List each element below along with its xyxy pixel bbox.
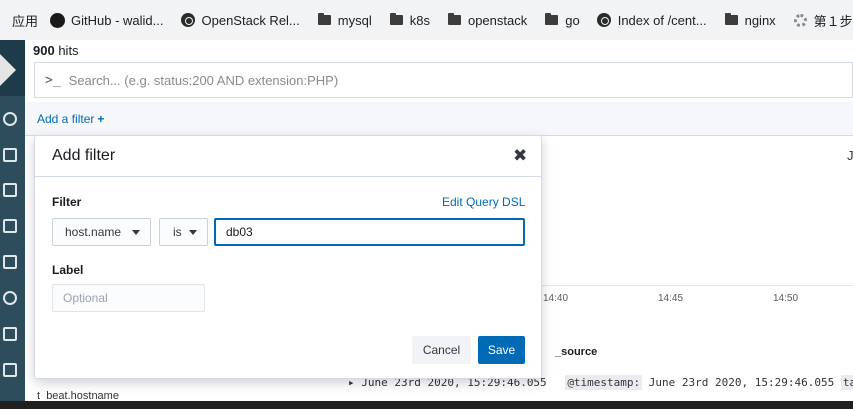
ml-icon[interactable] [3,327,17,341]
filter-value-input[interactable]: db03 [214,218,525,246]
bookmark-folder-mysql[interactable]: mysql [317,13,372,28]
folder-icon [389,13,404,28]
bookmarks-bar: 应用 GitHub - walid... OpenStack Rel... my… [0,0,853,40]
bookmark-label: k8s [409,12,430,28]
sidebar-logo-area [0,40,25,96]
discover-compass-icon[interactable] [3,112,17,126]
chevron-down-icon [132,230,140,235]
label-placeholder: Optional [63,291,108,305]
bookmark-openstack-rel[interactable]: OpenStack Rel... [181,13,300,28]
bookmark-label: openstack [467,12,528,28]
add-filter-label: Add a filter [37,112,95,126]
bookmark-label: 第１步（共 [813,13,853,29]
histogram-axis [541,285,853,286]
bookmark-label: nginx [744,12,776,28]
time-tick: 14:45 [658,293,684,304]
hits-label: hits [58,43,79,58]
popover-header: Add filter ✖ [35,136,541,177]
filter-bar: Add a filter + [25,102,853,136]
time-tick: 14:50 [773,293,799,304]
bookmark-label: GitHub - walid... [71,12,164,28]
source-field-key: @timestamp: [565,375,643,390]
folder-icon [447,13,462,28]
add-filter-link[interactable]: Add a filter + [37,112,104,126]
bookmark-index-of-cent[interactable]: Index of /cent... [597,13,707,28]
kibana-sidebar [0,40,25,409]
search-placeholder: Search... (e.g. status:200 AND extension… [68,72,339,88]
plus-icon: + [97,112,105,126]
maps-icon[interactable] [3,291,17,305]
source-tags-key: tags: [840,375,853,390]
folder-icon [724,13,739,28]
chevron-down-icon [189,230,197,235]
query-prompt-icon: >_ [45,72,61,88]
add-filter-popover: Add filter ✖ Filter Edit Query DSL host.… [34,135,542,379]
operator-select-value: is [173,225,182,239]
gear-icon [793,13,808,28]
bookmark-folder-openstack[interactable]: openstack [447,13,527,28]
bookmark-apps[interactable]: 应用 [12,11,38,30]
kibana-logo-icon[interactable] [0,54,16,86]
source-field-value: June 23rd 2020, 15:29:46.055 [648,376,835,389]
custom-label-input[interactable]: Optional [52,284,205,312]
dashboard-icon[interactable] [3,183,17,197]
infra-icon[interactable] [3,363,17,377]
bookmark-label: go [565,12,580,28]
apps-label: 应用 [12,13,39,29]
bookmark-label: mysql [337,12,372,28]
hits-number: 900 [33,43,55,58]
visualize-icon[interactable] [3,148,17,162]
folder-icon [317,13,332,28]
timelion-icon[interactable] [3,219,17,233]
truncated-text: J [847,148,853,163]
bookmark-step-one[interactable]: 第１步（共 [793,11,853,30]
close-icon[interactable]: ✖ [513,146,527,166]
popover-title: Add filter [52,147,116,164]
globe-icon [181,13,196,28]
github-icon [50,12,66,28]
bookmark-folder-nginx[interactable]: nginx [724,13,776,28]
search-input[interactable]: >_ Search... (e.g. status:200 AND extens… [34,62,853,98]
bookmark-folder-k8s[interactable]: k8s [389,13,430,28]
save-button[interactable]: Save [478,336,525,364]
filter-label: Filter [52,195,82,209]
source-column-header: _source [555,346,598,358]
filter-value-text: db03 [226,225,253,239]
label-field-label: Label [52,263,84,277]
window-bottom-edge [0,401,853,409]
hits-count: 900 hits [33,43,79,58]
folder-icon [544,13,559,28]
canvas-icon[interactable] [3,255,17,269]
globe-icon [597,13,612,28]
edit-query-dsl-link[interactable]: Edit Query DSL [442,195,525,209]
bookmark-folder-go[interactable]: go [544,12,580,28]
bookmark-github[interactable]: GitHub - walid... [50,12,164,28]
field-select[interactable]: host.name [52,218,151,246]
time-tick: 14:40 [543,293,569,304]
bookmark-label: OpenStack Rel... [201,12,300,28]
bookmark-label: Index of /cent... [617,12,707,28]
cancel-button[interactable]: Cancel [412,336,471,364]
field-select-value: host.name [65,225,122,239]
operator-select[interactable]: is [159,218,208,246]
